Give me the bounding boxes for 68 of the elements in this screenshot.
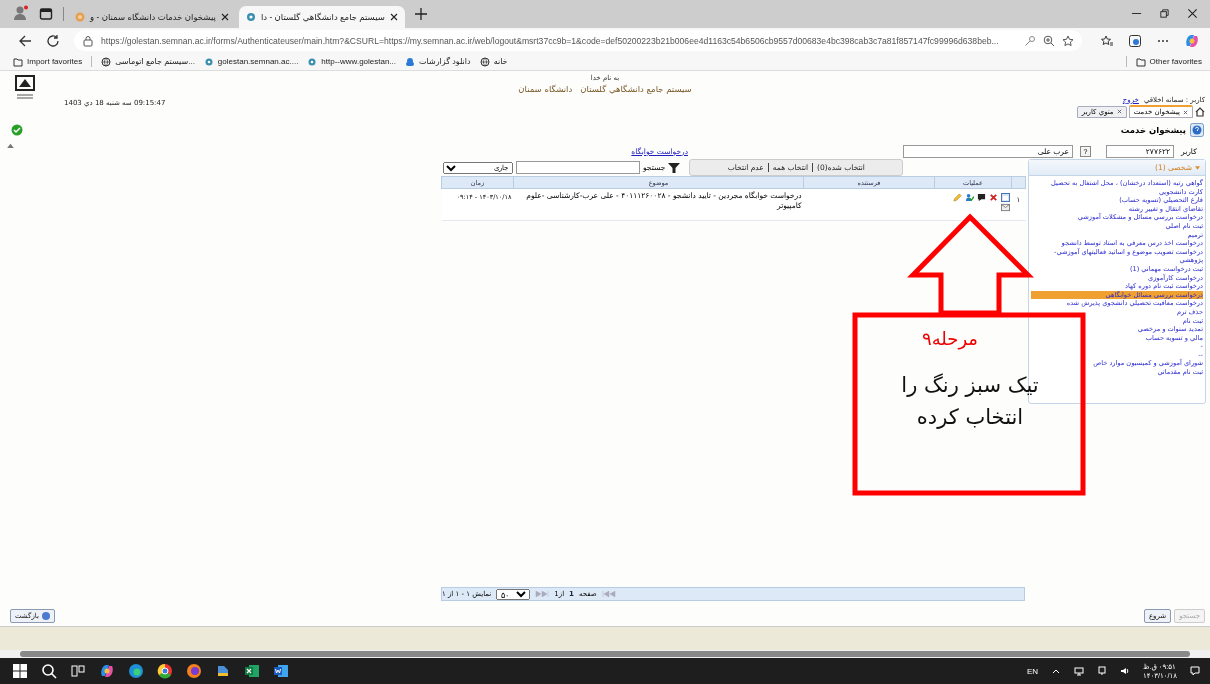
bookmark-link[interactable]: دانلود گزارشات [405, 56, 471, 67]
globe-icon [479, 56, 490, 67]
zoom-icon[interactable] [1043, 34, 1055, 47]
filter-icon[interactable] [668, 161, 681, 174]
bookmark-link[interactable]: سیستم جامع اتوماسی... [101, 56, 195, 67]
browser-app-icon[interactable] [186, 663, 202, 679]
site-icon [75, 12, 85, 22]
scrollbar-thumb[interactable] [20, 651, 1190, 657]
instruction-text: انتخاب کرده [916, 404, 1024, 431]
new-tab-icon[interactable] [413, 7, 428, 21]
swirl-app-icon[interactable] [99, 663, 115, 679]
page-title: پیشخوان خدمت [1120, 125, 1186, 135]
browser-app-icon[interactable] [128, 663, 144, 679]
bookmark-link[interactable]: golestan.semnan.ac.... [203, 56, 299, 67]
close-icon[interactable] [1187, 8, 1198, 19]
site-icon [307, 56, 318, 67]
task-view-icon[interactable] [70, 663, 86, 679]
university-logo-icon [14, 74, 36, 100]
instruction-text: تیک سبز رنگ را [901, 372, 1039, 399]
view-icon[interactable] [1000, 193, 1010, 202]
start-icon[interactable] [12, 663, 28, 679]
site-icon [203, 56, 214, 67]
scroll-up-icon[interactable] [6, 143, 14, 148]
bookmark-link[interactable]: خانه [479, 56, 508, 67]
user-check-icon[interactable] [964, 193, 974, 202]
copilot-icon[interactable] [1184, 32, 1200, 49]
favorites-icon[interactable] [1100, 33, 1114, 48]
search-icon[interactable] [41, 663, 57, 679]
close-tab-icon[interactable] [220, 13, 229, 21]
spreadsheet-app-icon[interactable] [244, 663, 260, 679]
step-label: مرحله۹ [922, 328, 978, 349]
globe-icon [101, 56, 112, 67]
back-icon[interactable] [18, 33, 32, 48]
browser-essentials-icon[interactable] [1128, 33, 1142, 48]
person-icon [405, 56, 416, 67]
profile-icon[interactable] [13, 5, 29, 21]
home-icon[interactable] [1195, 106, 1205, 117]
language-indicator[interactable]: EN [1026, 666, 1039, 676]
key-icon[interactable] [1024, 34, 1036, 47]
bookmark-link[interactable]: Import favorites [13, 56, 83, 67]
system-title: سیستم جامع دانشگاهي گلستان دانشگاه سمنان [518, 84, 692, 94]
delete-icon[interactable] [988, 193, 998, 202]
folder-icon [1135, 56, 1146, 67]
address-bar[interactable]: https://golestan.semnan.ac.ir/forms/Authenticateuser/main.htm?&CSURL=https://my.semnan.ac.ir/web/logout&msrt37cc9b=1&code=def50200223b21b006ee4d1163c54b6506cb9557d00683e4bc398cab3c7a81f857147fc99996d638beb... [74, 30, 1082, 51]
document-app-icon[interactable] [273, 663, 289, 679]
restore-icon[interactable] [1159, 8, 1170, 19]
notification-icon[interactable] [1190, 666, 1200, 676]
other-favorites-button[interactable]: Other favorites [1135, 56, 1202, 67]
browser-app-icon[interactable] [157, 663, 173, 679]
star-icon[interactable] [1062, 34, 1074, 47]
site-icon [245, 12, 256, 22]
lock-icon[interactable] [82, 34, 94, 47]
check-circle-icon[interactable] [11, 124, 23, 136]
help-icon[interactable] [1190, 123, 1204, 137]
tab-actions-icon[interactable] [39, 7, 53, 21]
app-icon[interactable] [215, 663, 231, 679]
network-icon[interactable] [1074, 666, 1085, 676]
folder-icon [13, 56, 23, 67]
comment-icon[interactable] [976, 193, 986, 202]
bookmark-link[interactable]: http--www.golestan... [307, 56, 397, 67]
reload-icon[interactable] [46, 33, 60, 48]
mail-icon[interactable] [1000, 203, 1010, 212]
search-field[interactable] [516, 161, 640, 174]
browser-tab[interactable]: پیشخوان خدمات دانشگاه سمنان - و [68, 6, 236, 28]
volume-icon[interactable] [1120, 666, 1131, 676]
display-icon[interactable] [1097, 666, 1108, 676]
close-tab-icon[interactable] [389, 13, 398, 21]
browser-tab[interactable]: سیستم جامع دانشگاهي گلستان - دا [238, 6, 405, 28]
